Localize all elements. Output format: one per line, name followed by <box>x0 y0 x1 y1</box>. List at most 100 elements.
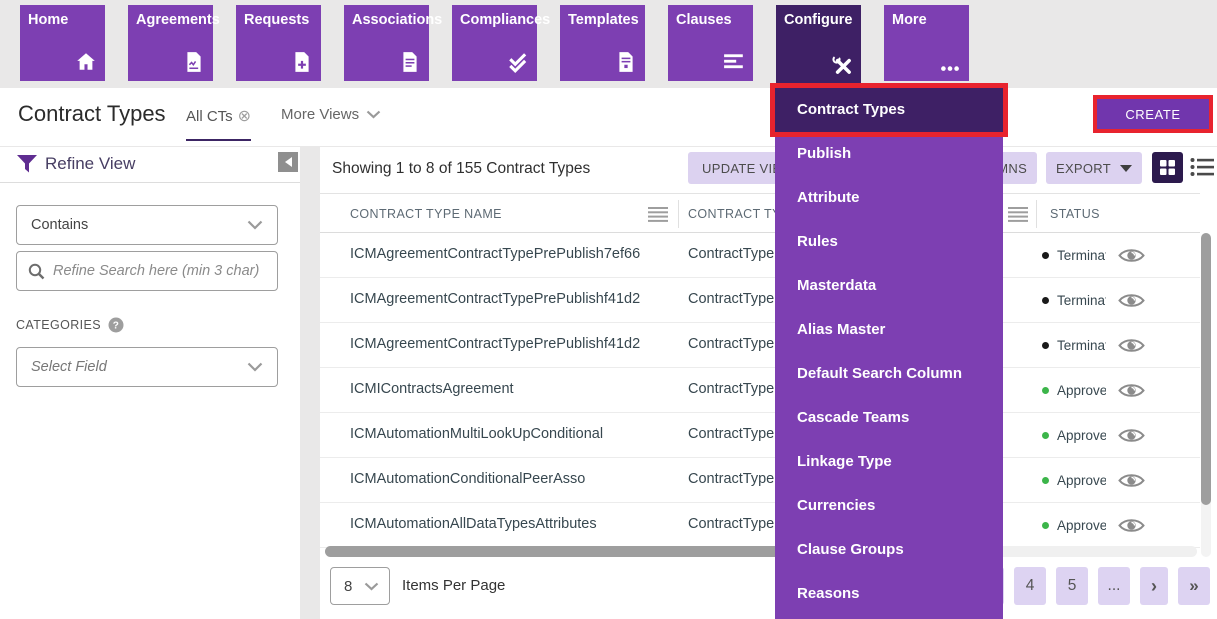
vertical-scrollbar-thumb[interactable] <box>1201 233 1211 505</box>
eye-icon[interactable] <box>1118 247 1145 264</box>
templates-icon <box>615 51 637 73</box>
list-view-icon <box>1190 157 1214 177</box>
horizontal-scrollbar[interactable] <box>325 546 1197 557</box>
export-caret-icon <box>1120 165 1132 172</box>
status-badge: Approved <box>1057 473 1106 488</box>
table-body: ICMAgreementContractTypePrePublish7ef66 … <box>320 233 1200 548</box>
nav-label: Clauses <box>668 5 753 28</box>
page-header: Contract Types All CTs ⊗ More Views <box>0 88 1217 146</box>
export-button[interactable]: EXPORT <box>1046 152 1142 184</box>
table-row[interactable]: ICMIContractsAgreement ContractType Appr… <box>320 368 1200 413</box>
operator-value: Contains <box>31 217 88 233</box>
page-title: Contract Types <box>18 101 166 127</box>
column-header-name[interactable]: CONTRACT TYPE NAME <box>350 207 502 221</box>
nav-tile-templates[interactable]: Templates <box>560 5 645 81</box>
nav-label: Home <box>20 5 105 28</box>
items-per-page-value: 8 <box>344 578 352 595</box>
nav-tile-home[interactable]: Home <box>20 5 105 81</box>
column-header-status[interactable]: STATUS <box>1050 207 1100 221</box>
status-dot <box>1042 522 1049 529</box>
table-row[interactable]: ICMAutomationAllDataTypesAttributes Cont… <box>320 503 1200 548</box>
grid-view-toggle[interactable] <box>1152 152 1183 183</box>
contract-type-name: ICMAgreementContractTypePrePublishf41d2 <box>350 291 640 307</box>
nav-label: Agreements <box>128 5 213 28</box>
nav-label: Associations <box>344 5 429 28</box>
configure-menu-item[interactable]: Linkage Type <box>775 440 1003 484</box>
configure-menu-item[interactable]: Reasons <box>775 572 1003 616</box>
more-views-dropdown[interactable]: More Views <box>281 106 381 123</box>
remove-filter-icon[interactable]: ⊗ <box>238 108 251 125</box>
status-dot <box>1042 342 1049 349</box>
table-row[interactable]: ICMAutomationConditionalPeerAsso Contrac… <box>320 458 1200 503</box>
eye-icon[interactable] <box>1118 427 1145 444</box>
configure-menu-item[interactable]: Currencies <box>775 484 1003 528</box>
page-button[interactable]: 5 <box>1056 567 1088 605</box>
nav-tile-requests[interactable]: Requests <box>236 5 321 81</box>
contract-type-name: ICMAgreementContractTypePrePublish7ef66 <box>350 246 640 262</box>
eye-icon[interactable] <box>1118 382 1145 399</box>
create-button[interactable]: CREATE <box>1097 99 1209 129</box>
nav-label: Templates <box>560 5 645 28</box>
chevron-down-icon <box>247 362 263 372</box>
home-icon <box>75 51 97 73</box>
column-divider <box>678 200 679 228</box>
search-icon <box>28 263 45 280</box>
status-badge: Approved <box>1057 518 1106 533</box>
configure-menu-item[interactable]: Attribute <box>775 176 1003 220</box>
list-view-toggle[interactable] <box>1189 157 1215 179</box>
page-button[interactable]: 4 <box>1014 567 1046 605</box>
export-label: EXPORT <box>1056 161 1111 176</box>
items-per-page-select[interactable]: 8 <box>330 567 390 605</box>
requests-icon <box>291 51 313 73</box>
configure-menu-item[interactable]: Cascade Teams <box>775 396 1003 440</box>
configure-menu-item[interactable]: Publish <box>775 132 1003 176</box>
table-row[interactable]: ICMAgreementContractTypePrePublishf41d2 … <box>320 278 1200 323</box>
configure-menu-item[interactable]: Contract Types <box>775 88 1003 132</box>
table-row[interactable]: ICMAgreementContractTypePrePublishf41d2 … <box>320 323 1200 368</box>
next-page-icon[interactable]: › <box>1140 567 1168 605</box>
nav-tile-associations[interactable]: Associations <box>344 5 429 81</box>
collapse-panel-icon[interactable] <box>278 152 298 172</box>
nav-label: More <box>884 5 969 28</box>
chevron-down-icon <box>366 110 381 119</box>
status-dot <box>1042 477 1049 484</box>
configure-menu-item[interactable]: Clause Groups <box>775 528 1003 572</box>
configure-menu-item[interactable]: Alias Master <box>775 308 1003 352</box>
status-cell: Approved <box>1042 427 1145 444</box>
table-row[interactable]: ICMAgreementContractTypePrePublish7ef66 … <box>320 233 1200 278</box>
status-cell: Terminated <box>1042 247 1145 264</box>
categories-section: CATEGORIES ? <box>16 317 124 333</box>
view-chip-label: All CTs <box>186 108 233 125</box>
contract-type-name: ICMIContractsAgreement <box>350 381 514 397</box>
category-select[interactable]: Select Field <box>16 347 278 387</box>
column-menu-icon[interactable] <box>648 207 668 222</box>
column-menu-icon[interactable] <box>1008 207 1028 222</box>
refine-search-input[interactable] <box>53 253 273 289</box>
grid-view-icon <box>1159 159 1176 176</box>
status-cell: Approved <box>1042 382 1145 399</box>
nav-label: Configure <box>776 5 861 28</box>
configure-menu-item[interactable]: Rules <box>775 220 1003 264</box>
eye-icon[interactable] <box>1118 292 1145 309</box>
eye-icon[interactable] <box>1118 517 1145 534</box>
status-dot <box>1042 432 1049 439</box>
vertical-scrollbar[interactable] <box>1201 233 1211 557</box>
configure-menu-item[interactable]: Default Search Column <box>775 352 1003 396</box>
table-row[interactable]: ICMAutomationMultiLookUpConditional Cont… <box>320 413 1200 458</box>
help-icon[interactable]: ? <box>108 317 124 333</box>
chevron-down-icon <box>364 582 379 591</box>
page-button[interactable]: ... <box>1098 567 1130 605</box>
last-page-icon[interactable]: » <box>1178 567 1210 605</box>
operator-select[interactable]: Contains <box>16 205 278 245</box>
nav-tile-clauses[interactable]: Clauses <box>668 5 753 81</box>
nav-tile-more[interactable]: More <box>884 5 969 81</box>
nav-tile-compliances[interactable]: Compliances <box>452 5 537 81</box>
eye-icon[interactable] <box>1118 472 1145 489</box>
nav-tile-agreements[interactable]: Agreements <box>128 5 213 81</box>
view-chip-all-cts[interactable]: All CTs ⊗ <box>186 106 251 141</box>
nav-tile-configure[interactable]: Configure <box>776 5 861 88</box>
eye-icon[interactable] <box>1118 337 1145 354</box>
results-count: Showing 1 to 8 of 155 Contract Types <box>332 160 590 178</box>
associations-icon <box>399 51 421 73</box>
configure-menu-item[interactable]: Masterdata <box>775 264 1003 308</box>
